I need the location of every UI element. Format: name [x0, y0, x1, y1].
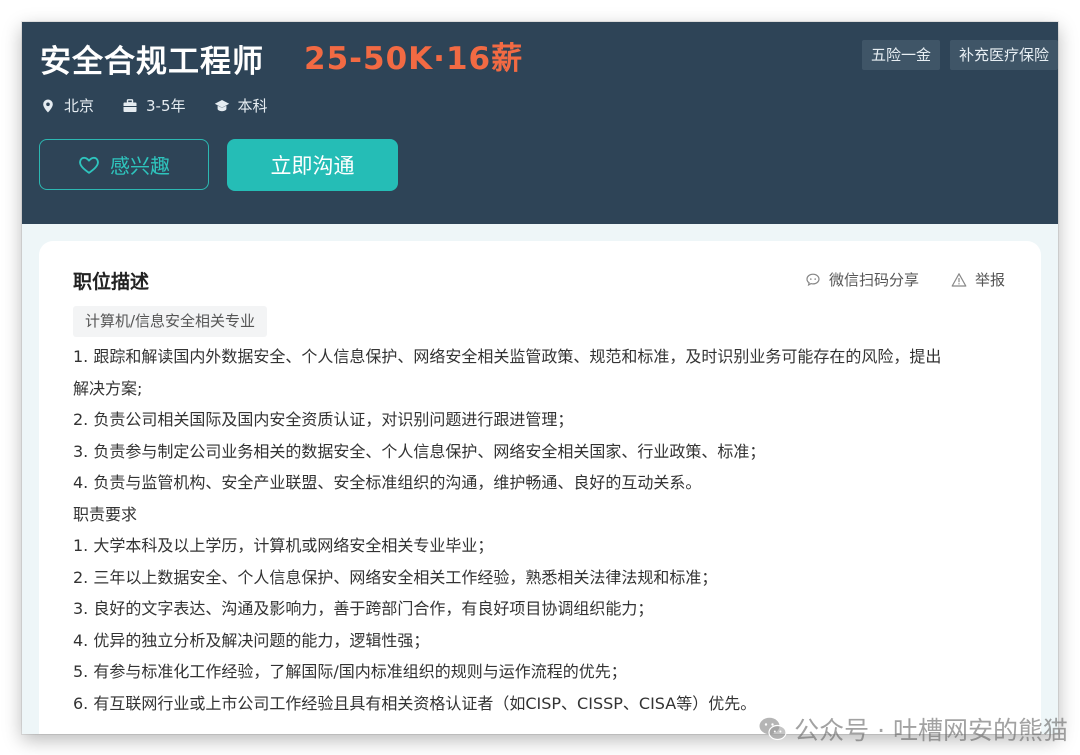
description-line: 1. 跟踪和解读国内外数据安全、个人信息保护、网络安全相关监管政策、规范和标准，… [73, 347, 942, 366]
meta-location: 北京 [40, 95, 94, 116]
graduation-cap-icon [214, 98, 230, 114]
benefit-tag: 补充医疗保险 [949, 40, 1058, 70]
salary-range: 25-50K·16薪 [304, 41, 524, 77]
education-text: 本科 [237, 97, 268, 115]
heart-icon [79, 156, 99, 174]
watermark-text: 公众号 · 吐槽网安的熊猫 [794, 716, 1068, 745]
benefit-tag: 五险一金 [861, 40, 940, 70]
experience-text: 3-5年 [146, 97, 186, 115]
description-line: 2. 三年以上数据安全、个人信息保护、网络安全相关工作经验，熟悉相关法律法规和标… [73, 567, 718, 587]
chat-bubble-icon [806, 273, 820, 286]
description-line: 5. 有参与标准化工作经验，了解国际/国内标准组织的规则与运作流程的优先； [73, 662, 627, 681]
job-title: 安全合规工程师 [40, 44, 264, 80]
description-line: 解决方案; [73, 378, 143, 398]
interest-label: 感兴趣 [110, 154, 170, 178]
section-title: 职位描述 [73, 271, 150, 293]
benefit-tags: 五险一金 补充医疗保险 [861, 40, 1058, 70]
report-label: 举报 [974, 271, 1005, 289]
description-line: 1. 大学本科及以上学历，计算机或网络安全相关专业毕业； [73, 536, 494, 555]
requirements-heading: 职责要求 [73, 504, 138, 524]
report-link[interactable]: 举报 [951, 269, 1005, 290]
job-header: 安全合规工程师 25-50K·16薪 五险一金 补充医疗保险 北京 3-5年 本… [22, 22, 1058, 224]
job-detail-window: 安全合规工程师 25-50K·16薪 五险一金 补充医疗保险 北京 3-5年 本… [22, 22, 1058, 734]
job-description-card: 职位描述 微信扫码分享 举报 计算机/信息安全相关专业 1. 跟踪和解读国内外数… [39, 241, 1041, 734]
description-line: 4. 负责与监管机构、安全产业联盟、安全标准组织的沟通，维护畅通、良好的互动关系… [73, 473, 702, 492]
meta-experience: 3-5年 [122, 95, 186, 116]
wechat-icon [759, 717, 787, 741]
chat-now-label: 立即沟通 [270, 154, 355, 178]
description-line: 3. 良好的文字表达、沟通及影响力，善于跨部门合作，有良好项目协调组织能力； [73, 599, 654, 618]
interest-button[interactable]: 感兴趣 [39, 139, 209, 190]
chat-now-button[interactable]: 立即沟通 [227, 139, 398, 191]
meta-education: 本科 [214, 95, 268, 116]
card-actions: 微信扫码分享 举报 [773, 269, 1005, 290]
warning-icon [951, 272, 967, 287]
major-tag: 计算机/信息安全相关专业 [73, 306, 268, 337]
watermark: 公众号 · 吐槽网安的熊猫 [758, 711, 1068, 747]
location-text: 北京 [64, 97, 95, 115]
location-pin-icon [40, 98, 56, 114]
description-line: 4. 优异的独立分析及解决问题的能力，逻辑性强； [73, 630, 430, 650]
job-description-text: 1. 跟踪和解读国内外数据安全、个人信息保护、网络安全相关监管政策、规范和标准，… [73, 341, 1013, 719]
share-label: 微信扫码分享 [828, 271, 919, 289]
wechat-share-link[interactable]: 微信扫码分享 [805, 269, 919, 290]
description-line: 2. 负责公司相关国际及国内安全资质认证，对识别问题进行跟进管理； [73, 410, 574, 429]
job-meta: 北京 3-5年 本科 [40, 95, 296, 116]
description-line: 3. 负责参与制定公司业务相关的数据安全、个人信息保护、网络安全相关国家、行业政… [73, 441, 766, 461]
briefcase-icon [122, 98, 138, 114]
